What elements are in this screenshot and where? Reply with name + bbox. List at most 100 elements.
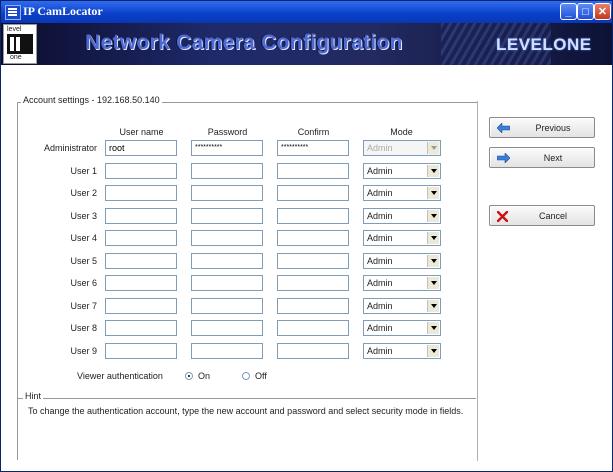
column-header-password: Password bbox=[207, 127, 248, 137]
next-button[interactable]: Next bbox=[489, 147, 595, 168]
x-icon bbox=[497, 211, 508, 222]
row-label: User 2 bbox=[70, 188, 97, 198]
mode-select[interactable]: Admin bbox=[363, 275, 441, 291]
mode-select-value: Admin bbox=[367, 256, 393, 266]
confirm-field[interactable] bbox=[277, 275, 349, 291]
mode-select-value: Admin bbox=[367, 188, 393, 198]
chevron-down-icon bbox=[427, 255, 439, 267]
username-field[interactable] bbox=[105, 185, 177, 201]
password-field[interactable] bbox=[191, 230, 263, 246]
hint-title: Hint bbox=[23, 391, 44, 401]
mode-select-value: Admin bbox=[367, 233, 393, 243]
chevron-down-icon bbox=[427, 277, 439, 289]
row-label: User 6 bbox=[70, 278, 97, 288]
username-field[interactable] bbox=[105, 320, 177, 336]
chevron-down-icon bbox=[427, 345, 439, 357]
next-button-label: Next bbox=[543, 153, 563, 163]
close-icon: ✕ bbox=[597, 6, 608, 18]
row-label: User 4 bbox=[70, 233, 97, 243]
confirm-field[interactable] bbox=[277, 343, 349, 359]
app-window: IP CamLocator _ □ ✕ level one Network Ca… bbox=[0, 0, 613, 472]
banner-title: Network Camera Configuration bbox=[85, 31, 403, 54]
confirm-field[interactable] bbox=[277, 208, 349, 224]
row-label: User 9 bbox=[70, 346, 97, 356]
minimize-icon: _ bbox=[565, 6, 572, 18]
mode-select[interactable]: Admin bbox=[363, 253, 441, 269]
password-field[interactable] bbox=[191, 343, 263, 359]
arrow-right-icon bbox=[497, 153, 510, 163]
chevron-down-icon bbox=[427, 232, 439, 244]
arrow-left-icon bbox=[497, 123, 510, 133]
viewer-auth-off-label: Off bbox=[255, 371, 267, 381]
username-field[interactable] bbox=[105, 275, 177, 291]
cancel-button[interactable]: Cancel bbox=[489, 205, 595, 226]
mode-select-value: Admin bbox=[367, 346, 393, 356]
username-field[interactable] bbox=[105, 343, 177, 359]
maximize-icon: □ bbox=[582, 6, 589, 18]
chevron-down-icon bbox=[427, 165, 439, 177]
viewer-auth-on-radio[interactable] bbox=[185, 372, 193, 380]
password-field[interactable] bbox=[191, 185, 263, 201]
column-header-username: User name bbox=[119, 127, 164, 137]
brand-logo-text: LEVELONE bbox=[496, 35, 592, 54]
minimize-button[interactable]: _ bbox=[560, 3, 577, 20]
mode-select[interactable]: Admin bbox=[363, 343, 441, 359]
password-field[interactable]: ********** bbox=[191, 140, 263, 156]
account-settings-legend: Account settings - 192.168.50.140 bbox=[21, 95, 162, 105]
mode-select[interactable]: Admin bbox=[363, 208, 441, 224]
viewer-auth-on-label: On bbox=[198, 371, 211, 381]
maximize-button[interactable]: □ bbox=[577, 3, 594, 20]
username-field[interactable] bbox=[105, 253, 177, 269]
previous-button[interactable]: Previous bbox=[489, 117, 595, 138]
row-label: User 3 bbox=[70, 211, 97, 221]
column-header-mode: Mode bbox=[390, 127, 413, 137]
mode-select[interactable]: Admin bbox=[363, 320, 441, 336]
row-label: User 7 bbox=[70, 301, 97, 311]
chevron-down-icon bbox=[427, 142, 439, 154]
mode-select-value: Admin bbox=[367, 301, 393, 311]
confirm-field[interactable] bbox=[277, 253, 349, 269]
confirm-field[interactable] bbox=[277, 230, 349, 246]
username-field[interactable] bbox=[105, 163, 177, 179]
close-button[interactable]: ✕ bbox=[594, 3, 611, 20]
password-field[interactable] bbox=[191, 253, 263, 269]
username-field[interactable] bbox=[105, 298, 177, 314]
password-field[interactable] bbox=[191, 298, 263, 314]
mode-select[interactable]: Admin bbox=[363, 230, 441, 246]
password-field[interactable] bbox=[191, 163, 263, 179]
title-bar[interactable]: IP CamLocator _ □ ✕ bbox=[1, 1, 612, 23]
column-header-confirm: Confirm bbox=[297, 127, 330, 137]
username-field[interactable]: root bbox=[105, 140, 177, 156]
mode-select-value: Admin bbox=[367, 323, 393, 333]
confirm-field[interactable]: ********** bbox=[277, 140, 349, 156]
mode-select[interactable]: Admin bbox=[363, 298, 441, 314]
mode-select-value: Admin bbox=[367, 211, 393, 221]
confirm-field[interactable] bbox=[277, 163, 349, 179]
confirm-field[interactable] bbox=[277, 320, 349, 336]
logo-mark-icon bbox=[7, 34, 33, 54]
chevron-down-icon bbox=[427, 210, 439, 222]
mode-select[interactable]: Admin bbox=[363, 163, 441, 179]
header-banner: level one Network Camera Configuration L… bbox=[1, 23, 612, 65]
content-area: Account settings - 192.168.50.140 User n… bbox=[1, 65, 612, 471]
app-icon bbox=[5, 5, 21, 20]
side-panel-divider bbox=[477, 101, 478, 461]
levelone-logo: level one bbox=[3, 24, 37, 64]
confirm-field[interactable] bbox=[277, 298, 349, 314]
mode-select[interactable]: Admin bbox=[363, 185, 441, 201]
hint-divider bbox=[17, 398, 476, 399]
mode-select: Admin bbox=[363, 140, 441, 156]
username-field[interactable] bbox=[105, 230, 177, 246]
mode-select-value: Admin bbox=[367, 166, 393, 176]
password-field[interactable] bbox=[191, 320, 263, 336]
row-label: User 5 bbox=[70, 256, 97, 266]
row-label: User 1 bbox=[70, 166, 97, 176]
mode-select-value: Admin bbox=[367, 143, 393, 153]
hint-text: To change the authentication account, ty… bbox=[28, 406, 464, 416]
username-field[interactable] bbox=[105, 208, 177, 224]
chevron-down-icon bbox=[427, 187, 439, 199]
password-field[interactable] bbox=[191, 275, 263, 291]
confirm-field[interactable] bbox=[277, 185, 349, 201]
password-field[interactable] bbox=[191, 208, 263, 224]
viewer-auth-off-radio[interactable] bbox=[242, 372, 250, 380]
